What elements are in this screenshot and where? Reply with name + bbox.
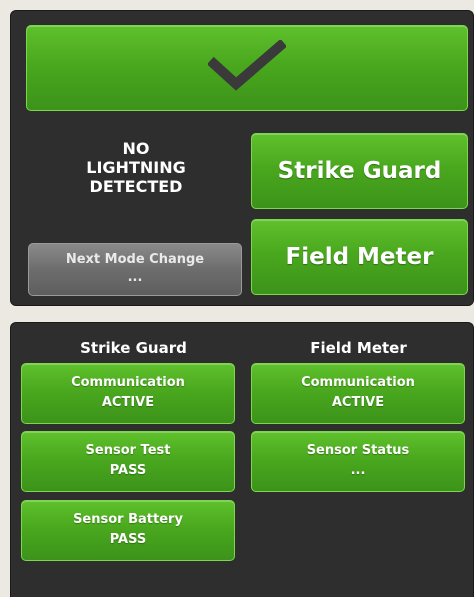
field-meter-sensor-status-tile[interactable]: Sensor Status ... xyxy=(251,431,465,492)
field-meter-header: Field Meter xyxy=(310,339,407,357)
field-meter-communication-tile[interactable]: Communication ACTIVE xyxy=(251,363,465,424)
tile-label: Sensor Status xyxy=(306,443,410,458)
strike-guard-sensor-test-tile[interactable]: Sensor Test PASS xyxy=(21,431,235,492)
next-mode-change-value: ... xyxy=(127,270,143,285)
tile-label: Communication xyxy=(71,375,185,390)
tile-value: ACTIVE xyxy=(101,395,155,410)
status-banner xyxy=(26,25,468,111)
tile-label: Sensor Battery xyxy=(73,512,183,527)
strike-guard-sensor-battery-tile[interactable]: Sensor Battery PASS xyxy=(21,500,235,561)
alert-line-3: DETECTED xyxy=(89,177,183,196)
strike-guard-button[interactable]: Strike Guard xyxy=(251,133,468,209)
alert-line-1: NO xyxy=(122,139,150,158)
status-panel: NO LIGHTNING DETECTED Strike Guard Field… xyxy=(10,10,474,306)
strike-guard-header: Strike Guard xyxy=(80,339,187,357)
strike-guard-button-label: Strike Guard xyxy=(277,158,442,184)
tile-value: PASS xyxy=(109,532,147,547)
tile-value: ACTIVE xyxy=(331,395,385,410)
tile-label: Sensor Test xyxy=(85,443,171,458)
next-mode-change-button[interactable]: Next Mode Change ... xyxy=(28,243,242,296)
next-mode-change-label: Next Mode Change xyxy=(65,252,205,267)
tile-value: PASS xyxy=(109,463,147,478)
field-meter-button[interactable]: Field Meter xyxy=(251,219,468,295)
tile-value: ... xyxy=(350,463,366,478)
field-meter-button-label: Field Meter xyxy=(285,244,434,270)
tile-label: Communication xyxy=(301,375,415,390)
alert-line-2: LIGHTNING xyxy=(86,158,186,177)
strike-guard-communication-tile[interactable]: Communication ACTIVE xyxy=(21,363,235,424)
sensor-status-panel: Strike Guard Field Meter Communication A… xyxy=(10,322,474,597)
lightning-status-text: NO LIGHTNING DETECTED xyxy=(31,139,241,196)
checkmark-icon xyxy=(206,38,288,96)
